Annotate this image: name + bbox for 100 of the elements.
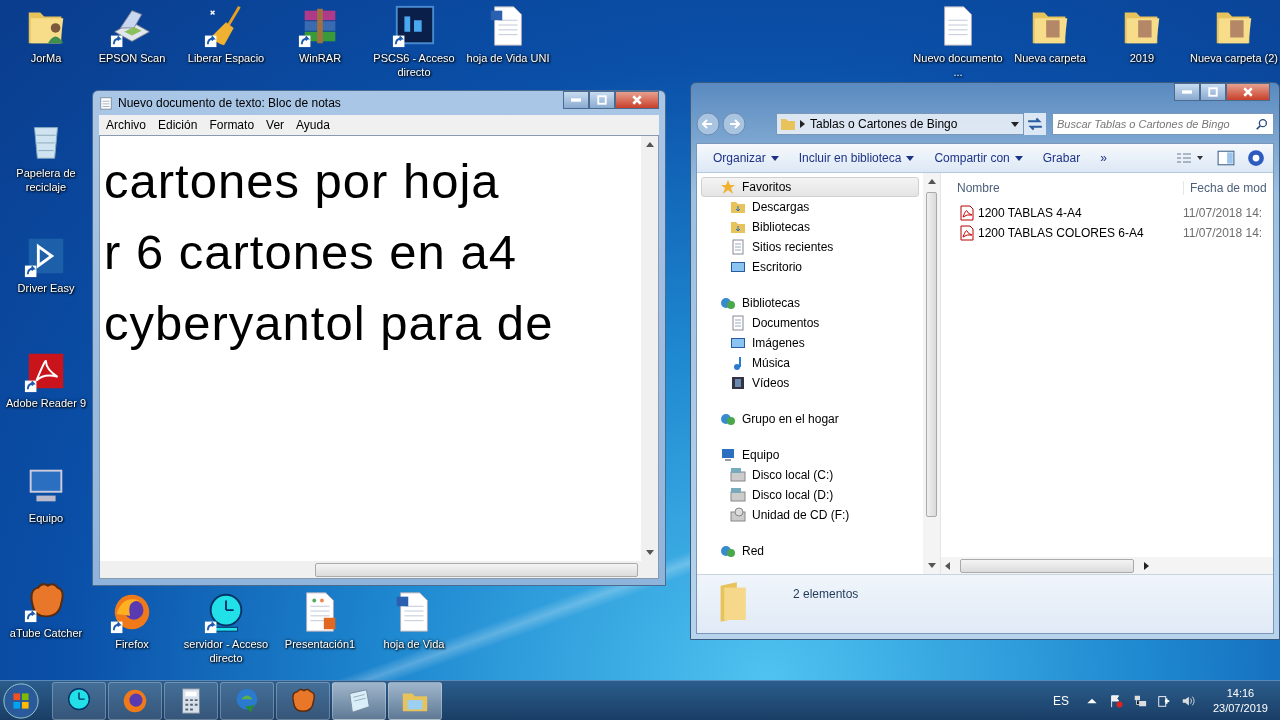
icon-label: hoja de Vida bbox=[383, 637, 445, 651]
flag-icon[interactable] bbox=[1108, 693, 1123, 708]
toolbar-button[interactable]: » bbox=[1092, 148, 1115, 168]
close-icon bbox=[632, 95, 642, 105]
notepad-icon bbox=[99, 96, 113, 110]
chevron-icon bbox=[800, 120, 805, 128]
taskbar-button[interactable] bbox=[332, 681, 386, 720]
scroll-up-icon[interactable] bbox=[927, 179, 936, 184]
search-icon bbox=[1255, 117, 1269, 131]
scroll-up-icon[interactable] bbox=[645, 142, 654, 147]
language-indicator[interactable]: ES bbox=[1052, 693, 1069, 708]
icon-label: Nueva carpeta bbox=[1014, 51, 1086, 65]
scroll-right-icon[interactable] bbox=[1144, 561, 1149, 570]
icon-label: hoja de Vida UNI bbox=[466, 51, 550, 65]
taskbar-button[interactable] bbox=[388, 681, 442, 720]
menu-item[interactable]: Formato bbox=[204, 118, 260, 132]
caret-icon[interactable] bbox=[1011, 121, 1019, 127]
document-icon bbox=[730, 315, 746, 331]
scroll-down-icon[interactable] bbox=[927, 563, 936, 568]
drive-icon bbox=[730, 467, 746, 483]
nav-item[interactable]: Favoritos bbox=[701, 177, 919, 197]
taskbar-button[interactable] bbox=[52, 681, 106, 720]
forward-button[interactable] bbox=[722, 112, 746, 136]
horizontal-scrollbar[interactable] bbox=[99, 561, 659, 579]
drive-icon bbox=[730, 507, 746, 523]
icon-label: WinRAR bbox=[298, 51, 342, 65]
network-icon[interactable] bbox=[1132, 693, 1147, 708]
back-button[interactable] bbox=[696, 112, 720, 136]
nav-item[interactable]: Sitios recientes bbox=[701, 237, 919, 257]
icon-label: servidor - Acceso directo bbox=[182, 637, 270, 665]
nav-item[interactable]: Documentos bbox=[701, 313, 919, 333]
toolbar-button[interactable]: Compartir con bbox=[926, 148, 1031, 168]
icon-label: aTube Catcher bbox=[9, 626, 83, 640]
minimize-button[interactable] bbox=[1174, 83, 1200, 101]
file-date: 11/07/2018 14: bbox=[1183, 226, 1263, 240]
preview-pane-icon[interactable] bbox=[1217, 149, 1235, 167]
nav-item[interactable]: Disco local (D:) bbox=[701, 485, 919, 505]
file-name[interactable]: 1200 TABLAS COLORES 6-A4 bbox=[978, 226, 1183, 240]
maximize-icon bbox=[1208, 87, 1218, 97]
file-name[interactable]: 1200 TABLAS 4-A4 bbox=[978, 206, 1183, 220]
search-field[interactable]: Buscar Tablas o Cartones de Bingo bbox=[1052, 113, 1274, 135]
nav-item[interactable]: Bibliotecas bbox=[701, 217, 919, 237]
menu-item[interactable]: Edición bbox=[153, 118, 203, 132]
clock[interactable]: 14:16 23/07/2019 bbox=[1204, 685, 1280, 716]
file-date: 11/07/2018 14: bbox=[1183, 206, 1263, 220]
nav-item[interactable]: Vídeos bbox=[701, 373, 919, 393]
monitor-icon bbox=[720, 447, 736, 463]
toolbar-button[interactable]: Organizar bbox=[705, 148, 787, 168]
icon-label: 2019 bbox=[1129, 51, 1155, 65]
nav-item[interactable]: Grupo en el hogar bbox=[701, 409, 919, 429]
network-icon bbox=[720, 411, 736, 427]
maximize-button[interactable] bbox=[589, 91, 615, 109]
nav-item[interactable]: Bibliotecas bbox=[701, 293, 919, 313]
toolbar-button[interactable]: Grabar bbox=[1034, 148, 1089, 168]
nav-item[interactable]: Red bbox=[701, 541, 919, 561]
close-icon bbox=[1243, 87, 1253, 97]
close-button[interactable] bbox=[615, 91, 659, 109]
nav-item[interactable]: Descargas bbox=[701, 197, 919, 217]
icon-label: PSCS6 - Acceso directo bbox=[372, 51, 456, 79]
start-button[interactable] bbox=[2, 681, 40, 720]
vertical-scrollbar[interactable] bbox=[641, 136, 658, 561]
vertical-scrollbar[interactable] bbox=[923, 173, 940, 574]
close-button[interactable] bbox=[1226, 83, 1270, 101]
help-icon[interactable] bbox=[1247, 149, 1265, 167]
scroll-left-icon[interactable] bbox=[945, 561, 950, 570]
nav-item[interactable]: Unidad de CD (F:) bbox=[701, 505, 919, 525]
minimize-button[interactable] bbox=[563, 91, 589, 109]
icon-label: Liberar Espacio bbox=[187, 51, 265, 65]
picture-icon bbox=[730, 335, 746, 351]
icon-label: Papelera de reciclaje bbox=[15, 166, 77, 194]
scroll-down-icon[interactable] bbox=[645, 550, 654, 555]
network-icon bbox=[720, 543, 736, 559]
drive-icon bbox=[730, 487, 746, 503]
menu-item[interactable]: Archivo bbox=[101, 118, 151, 132]
column-header[interactable]: Fecha de mod bbox=[1183, 181, 1267, 195]
taskbar-button[interactable] bbox=[164, 681, 218, 720]
address-bar[interactable]: Tablas o Cartones de Bingo bbox=[776, 113, 1024, 135]
icon-label: Nueva carpeta (2) bbox=[1189, 51, 1278, 65]
icon-label: Presentación1 bbox=[284, 637, 356, 651]
refresh-button[interactable] bbox=[1024, 113, 1046, 135]
minimize-icon bbox=[571, 95, 581, 105]
pdf-icon bbox=[959, 205, 975, 221]
nav-item[interactable]: Disco local (C:) bbox=[701, 465, 919, 485]
minimize-icon bbox=[1182, 87, 1192, 97]
toolbar-button[interactable]: Incluir en biblioteca bbox=[790, 148, 923, 168]
maximize-icon bbox=[597, 95, 607, 105]
icon-label: Nuevo documento ... bbox=[912, 51, 1004, 79]
power-icon[interactable] bbox=[1156, 693, 1171, 708]
nav-item[interactable]: Imágenes bbox=[701, 333, 919, 353]
taskbar-button[interactable] bbox=[276, 681, 330, 720]
recent-icon bbox=[730, 239, 746, 255]
maximize-button[interactable] bbox=[1200, 83, 1226, 101]
horizontal-scrollbar[interactable] bbox=[941, 557, 1273, 574]
nav-item[interactable]: Música bbox=[701, 353, 919, 373]
menu-item[interactable]: Ver bbox=[261, 118, 290, 132]
nav-item[interactable]: Escritorio bbox=[701, 257, 919, 277]
menu-item[interactable]: Ayuda bbox=[291, 118, 335, 132]
column-header[interactable]: Nombre bbox=[941, 181, 1183, 195]
app-icon[interactable] bbox=[391, 3, 437, 49]
nav-item[interactable]: Equipo bbox=[701, 445, 919, 465]
